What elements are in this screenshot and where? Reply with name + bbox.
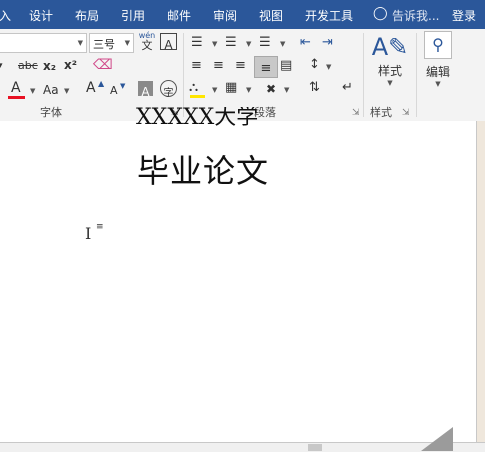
- shrink-font-button[interactable]: A: [110, 83, 118, 99]
- sort-icon[interactable]: ⇅: [309, 80, 320, 96]
- font-color-bar: [8, 96, 25, 99]
- shading-bucket-icon[interactable]: ⛬: [189, 80, 198, 96]
- bullets-icon[interactable]: ☰: [191, 35, 203, 51]
- borders-icon[interactable]: ▦: [225, 80, 237, 96]
- increase-indent-icon[interactable]: ⇥: [322, 35, 333, 51]
- document-page[interactable]: XXXXX大学 毕业论文 I ≡: [0, 107, 477, 442]
- tab-review[interactable]: 审阅: [213, 7, 237, 24]
- tab-developer[interactable]: 开发工具: [305, 7, 353, 24]
- tab-layout[interactable]: 布局: [75, 7, 99, 24]
- chevron-down-icon: ▼: [77, 39, 83, 47]
- chevron-down-icon[interactable]: ▼: [246, 86, 251, 94]
- chevron-down-icon[interactable]: ▼: [326, 63, 331, 71]
- character-border-button[interactable]: A: [160, 33, 177, 52]
- chevron-down-icon: ▼: [435, 80, 441, 88]
- shading-char: A: [141, 85, 150, 99]
- caret-down-icon: ▼: [120, 82, 126, 90]
- change-case-button[interactable]: Aa: [43, 82, 59, 98]
- numbering-icon[interactable]: ☰: [225, 35, 237, 51]
- chevron-down-icon: ▼: [387, 79, 393, 87]
- editing-button[interactable]: ⚲ 编辑 ▼: [421, 31, 455, 97]
- chevron-down-icon[interactable]: ▼: [284, 86, 289, 94]
- paragraph-align-icon: ≡: [96, 222, 104, 232]
- group-separator: [183, 33, 184, 117]
- text-cursor-icon: I: [85, 224, 92, 243]
- tab-references[interactable]: 引用: [121, 7, 145, 24]
- decrease-indent-icon[interactable]: ⇤: [300, 35, 311, 51]
- zoom-corner[interactable]: [421, 427, 453, 451]
- chevron-down-icon[interactable]: ▼: [212, 86, 217, 94]
- chevron-down-icon[interactable]: ▾: [0, 58, 3, 74]
- line-spacing-icon[interactable]: ↕: [309, 57, 320, 73]
- superscript-button[interactable]: x²: [64, 57, 77, 73]
- chinese-layout-icon[interactable]: ✖: [266, 81, 276, 97]
- distributed-align-icon[interactable]: ▤: [280, 58, 292, 74]
- font-color-button[interactable]: A: [8, 80, 26, 100]
- tab-mailings[interactable]: 邮件: [167, 7, 191, 24]
- caret-up-icon: ▲: [98, 79, 105, 88]
- tab-design[interactable]: 设计: [29, 7, 53, 24]
- styles-button[interactable]: A✎ 样式 ▼: [371, 32, 409, 98]
- styles-label: 样式: [377, 64, 402, 78]
- styles-group-label: 样式: [370, 106, 392, 119]
- partial-line-text: XXXXX大学: [136, 107, 259, 127]
- styles-icon: A✎: [371, 33, 409, 61]
- border-char: A: [164, 38, 173, 52]
- justify-icon: ≡: [260, 61, 272, 76]
- tab-insert[interactable]: 入: [0, 7, 11, 24]
- scrollbar[interactable]: [477, 121, 485, 442]
- font-size-combo[interactable]: 三号 ▼: [89, 33, 134, 53]
- align-center-icon[interactable]: ≡: [213, 58, 224, 74]
- document-title: 毕业论文: [137, 152, 270, 190]
- chevron-down-icon[interactable]: ▼: [246, 40, 251, 48]
- lightbulb-icon[interactable]: ◯: [373, 6, 388, 21]
- group-separator: [363, 33, 364, 117]
- chevron-down-icon[interactable]: ▼: [212, 40, 217, 48]
- ribbon-tab-bar: 入 设计 布局 引用 邮件 审阅 视图 开发工具 ◯ 告诉我... 登录: [0, 0, 485, 29]
- chevron-down-icon[interactable]: ▼: [280, 40, 285, 48]
- editing-label: 编辑: [425, 65, 450, 79]
- login-link[interactable]: 登录: [452, 7, 476, 24]
- align-left-icon[interactable]: ≡: [191, 58, 202, 74]
- font-color-char: A: [11, 80, 21, 96]
- subscript-button[interactable]: x₂: [43, 58, 56, 74]
- shading-color-bar: [190, 95, 205, 98]
- show-marks-icon[interactable]: ↵: [342, 80, 353, 96]
- font-size-value: 三号: [93, 38, 115, 51]
- character-shading-button[interactable]: A: [138, 81, 153, 99]
- view-button[interactable]: [308, 444, 322, 451]
- enclose-char: 字: [163, 88, 174, 99]
- font-group-label: 字体: [40, 106, 62, 119]
- chevron-down-icon: ▼: [124, 39, 130, 47]
- chevron-down-icon[interactable]: ▼: [64, 87, 69, 95]
- font-name-combo[interactable]: ▼: [0, 33, 87, 53]
- document-line-partial: XXXXX大学: [130, 107, 280, 127]
- justify-button[interactable]: ≡: [254, 56, 278, 78]
- grow-font-button[interactable]: A: [86, 80, 96, 96]
- tell-me-box[interactable]: 告诉我...: [392, 7, 439, 24]
- phonetic-bottom: 文: [141, 39, 153, 52]
- dialog-launcher-icon[interactable]: ⇲: [352, 105, 360, 121]
- enclose-characters-button[interactable]: 字: [160, 80, 177, 99]
- search-icon: ⚲: [424, 31, 452, 59]
- document-area: XXXXX大学 毕业论文 I ≡: [0, 107, 485, 442]
- dialog-launcher-icon[interactable]: ⇲: [402, 105, 410, 121]
- tab-view[interactable]: 视图: [259, 7, 283, 24]
- align-right-icon[interactable]: ≡: [235, 58, 246, 74]
- phonetic-guide-button[interactable]: wén 文: [138, 31, 156, 53]
- strikethrough-button[interactable]: abc: [18, 58, 38, 74]
- group-separator: [416, 33, 417, 117]
- clear-formatting-icon[interactable]: ⌫: [93, 57, 113, 73]
- chevron-down-icon[interactable]: ▼: [30, 87, 35, 95]
- multilevel-list-icon[interactable]: ☰: [259, 35, 271, 51]
